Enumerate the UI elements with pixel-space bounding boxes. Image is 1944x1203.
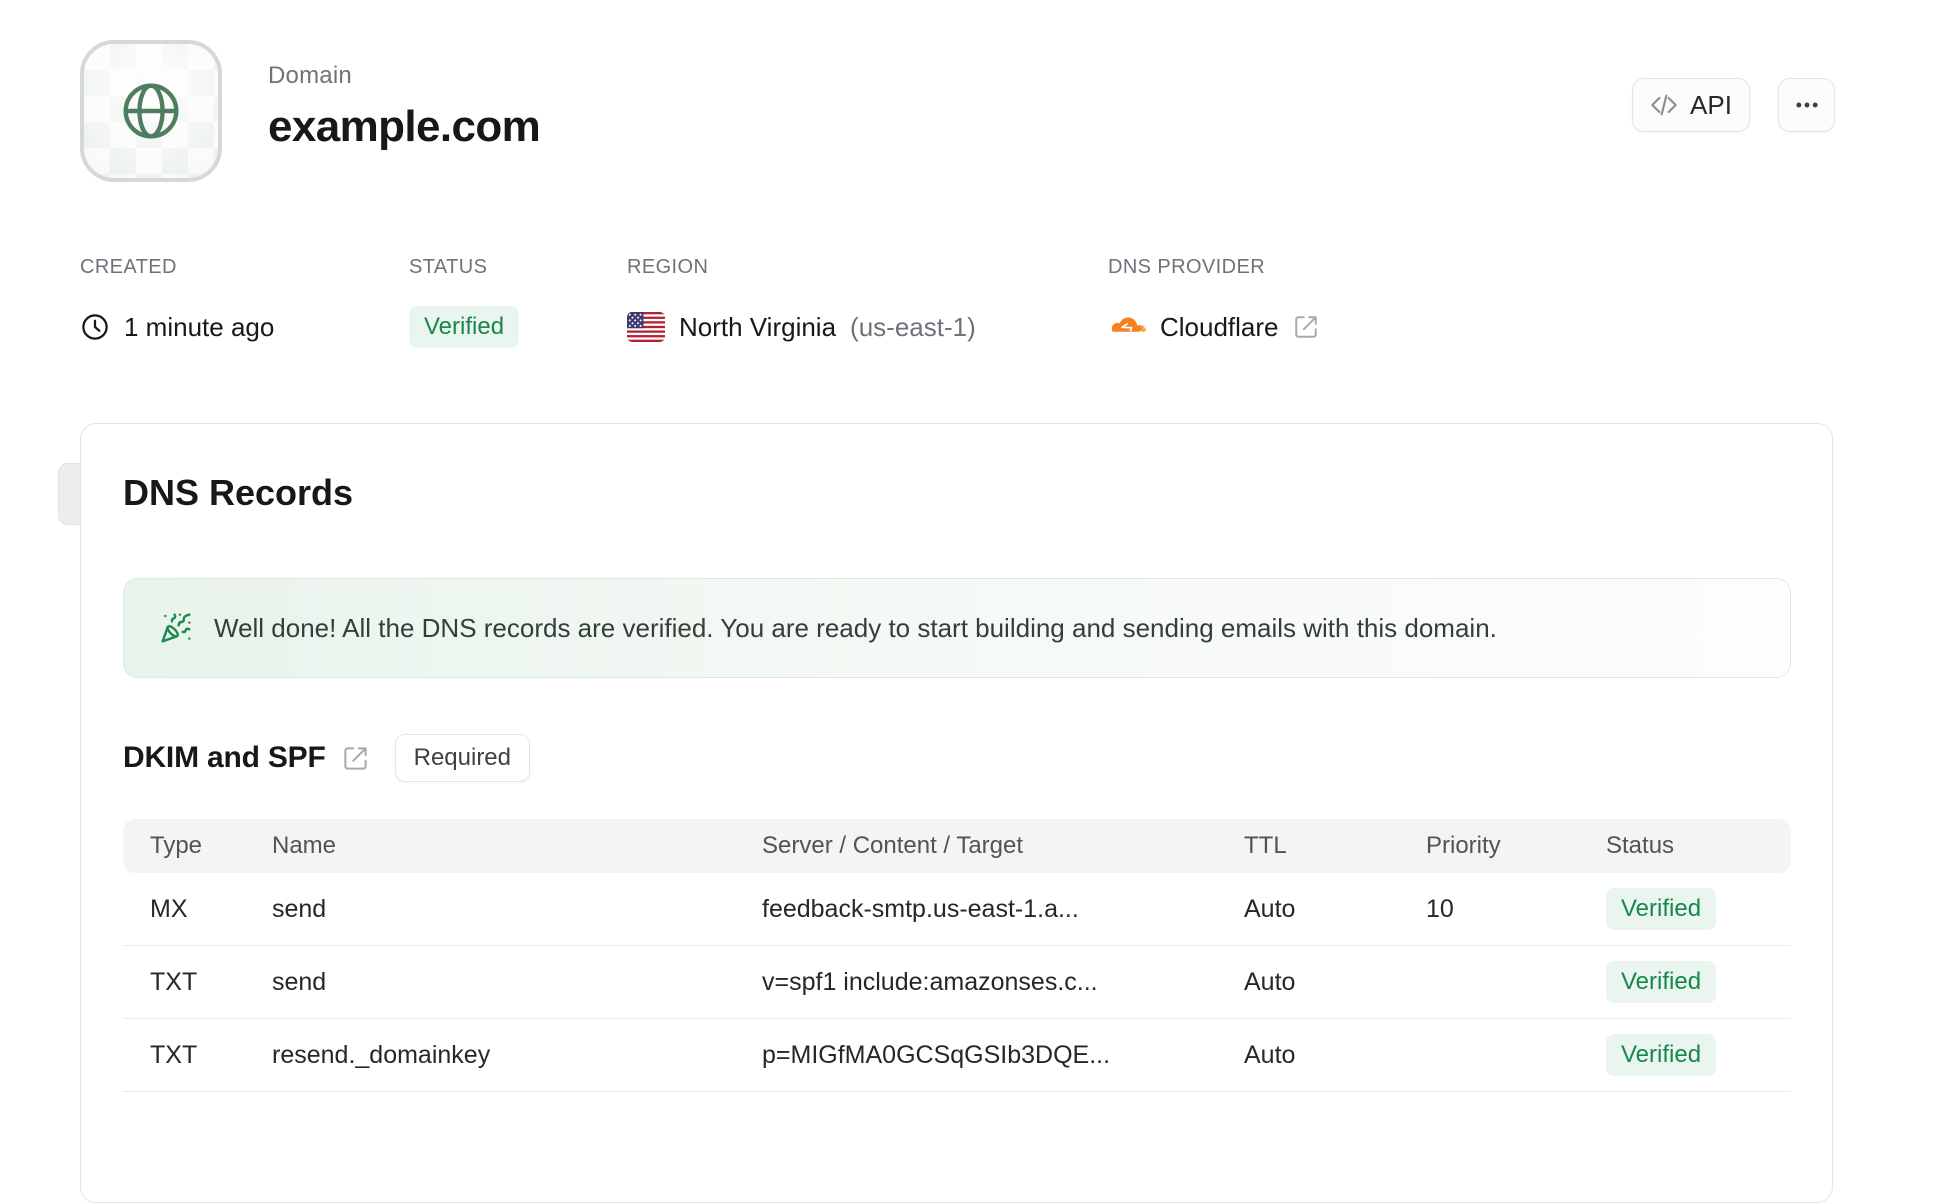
cell-priority: 10 [1426,894,1454,923]
meta-dns-provider: DNS PROVIDER Cloudflare [1108,256,1319,351]
cell-name: send [272,894,327,923]
api-button-label: API [1690,89,1732,120]
meta-created: CREATED 1 minute ago [80,256,274,351]
col-header-status: Status [1606,832,1675,859]
code-icon [1650,91,1678,119]
col-header-content: Server / Content / Target [762,832,1024,859]
dns-provider-value: Cloudflare [1160,311,1279,342]
page-header: Domain example.com [268,62,541,152]
cell-name: resend._domainkey [272,1040,491,1069]
row-status-badge: Verified [1606,1034,1717,1076]
cell-type: MX [150,894,188,923]
cell-type: TXT [150,967,198,996]
dkim-spf-title: DKIM and SPF [123,741,326,774]
col-header-name: Name [272,832,337,859]
clock-icon [80,312,110,342]
us-flag-icon [627,312,665,342]
cell-ttl: Auto [1244,894,1296,923]
dns-records-title: DNS Records [123,472,354,513]
cell-content: p=MIGfMA0GCSqGSIb3DQE... [762,1040,1111,1069]
success-banner: Well done! All the DNS records are verif… [123,578,1791,678]
dns-records-card: DNS Records Well done! All the DNS recor… [80,423,1833,1203]
col-header-ttl: TTL [1244,832,1287,859]
header-actions: API [1632,78,1835,132]
region-code: (us-east-1) [850,311,976,342]
cell-content: v=spf1 include:amazonses.c... [762,967,1098,996]
party-popper-icon [160,612,192,644]
cell-ttl: Auto [1244,1040,1296,1069]
success-banner-text: Well done! All the DNS records are verif… [214,612,1497,643]
domain-avatar [80,40,222,182]
region-label: REGION [627,256,709,278]
table-row: TXT resend._domainkey p=MIGfMA0GCSqGSIb3… [123,1019,1791,1092]
more-button[interactable] [1778,78,1835,132]
table-header-row: Type Name Server / Content / Target TTL … [123,819,1791,873]
cloudflare-icon [1108,313,1146,341]
cell-type: TXT [150,1040,198,1069]
col-header-type: Type [150,832,203,859]
table-row: TXT send v=spf1 include:amazonses.c... A… [123,946,1791,1019]
globe-icon [118,78,184,144]
row-status-badge: Verified [1606,961,1717,1003]
cell-ttl: Auto [1244,967,1296,996]
api-button[interactable]: API [1632,78,1750,132]
col-header-priority: Priority [1426,832,1501,859]
status-badge: Verified [409,306,520,348]
ellipsis-icon [1793,91,1821,119]
meta-region: REGION North Virginia (us-east-1) [627,256,976,351]
dns-provider-label: DNS PROVIDER [1108,256,1266,278]
region-value: North Virginia [679,311,837,342]
dkim-spf-section-header: DKIM and SPF Required [123,734,531,782]
cell-content: feedback-smtp.us-east-1.a... [762,894,1079,923]
page-title: example.com [268,102,541,151]
dns-provider-link[interactable]: Cloudflare [1108,303,1319,351]
created-value: 1 minute ago [124,311,275,342]
created-label: CREATED [80,256,177,278]
meta-status: STATUS Verified [409,256,520,351]
table-row: MX send feedback-smtp.us-east-1.a... Aut… [123,873,1791,946]
dkim-external-link-icon[interactable] [342,745,369,772]
domain-label: Domain [268,62,352,89]
dns-records-table: Type Name Server / Content / Target TTL … [123,819,1791,1092]
external-link-icon [1293,314,1319,340]
status-label: STATUS [409,256,488,278]
required-badge: Required [394,734,531,782]
row-status-badge: Verified [1606,888,1717,930]
cell-name: send [272,967,327,996]
